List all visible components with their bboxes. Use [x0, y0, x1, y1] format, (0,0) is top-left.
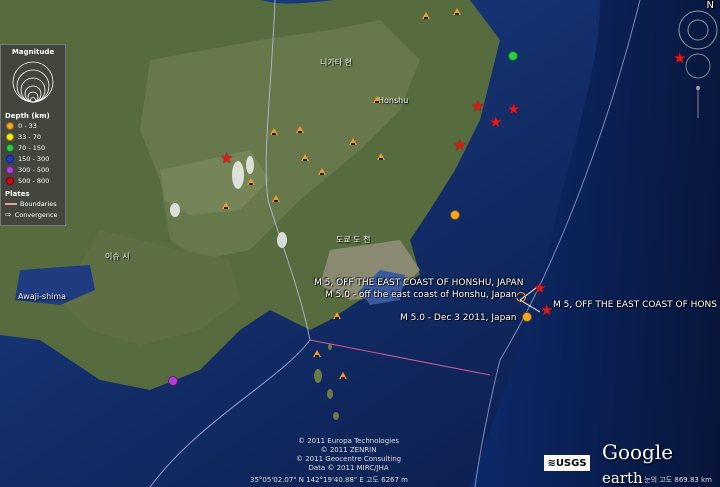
coordinates-status: 35°05'02.07" N 142°19'40.88" E 고도 6267 m	[250, 476, 408, 484]
volcano-marker[interactable]	[301, 154, 309, 161]
depth-row: 150 - 300	[1, 153, 65, 164]
eye-altitude: 눈의 고도 869.83 km	[644, 476, 712, 484]
map-view[interactable]: 니가타 현 Honshu 이슈 시 도쿄 도 천 Awaji-shima ★ ★…	[0, 0, 720, 487]
volcano-marker[interactable]	[349, 138, 357, 145]
depth-row: 70 - 150	[1, 142, 65, 153]
earthquake-marker[interactable]	[516, 292, 526, 302]
event-label[interactable]: M 5, OFF THE EAST COAST OF HONS	[553, 300, 717, 310]
place-label-niigata: 니가타 현	[320, 58, 352, 67]
depth-row: 33 - 70	[1, 131, 65, 142]
volcano-marker[interactable]	[453, 8, 461, 15]
place-label-region: 이슈 시	[105, 252, 130, 261]
earthquake-marker[interactable]	[508, 51, 518, 61]
plate-boundaries-row: Boundaries	[1, 198, 65, 209]
volcano-marker[interactable]	[339, 372, 347, 379]
place-label-honshu: Honshu	[378, 96, 409, 105]
map-credits: © 2011 Europa Technologies © 2011 ZENRIN…	[296, 437, 402, 472]
navigation-controls[interactable]: N	[676, 0, 720, 120]
volcano-marker[interactable]	[270, 128, 278, 135]
volcano-marker[interactable]	[333, 312, 341, 319]
earthquake-marker[interactable]	[450, 210, 460, 220]
volcano-marker[interactable]	[377, 153, 385, 160]
volcano-marker[interactable]	[272, 195, 280, 202]
magnitude-scale	[1, 56, 65, 108]
recent-quake-star[interactable]: ★	[540, 303, 553, 318]
north-indicator[interactable]: N	[707, 0, 714, 11]
volcano-marker[interactable]	[247, 178, 255, 185]
plate-convergence-row: ⇨ Convergence	[5, 210, 58, 219]
depth-row: 500 - 800	[1, 175, 65, 186]
legend-panel: Magnitude Depth (km) 0 - 33 33 - 70 70 -…	[0, 44, 66, 226]
magnitude-circles-icon	[12, 61, 54, 103]
volcano-marker[interactable]	[318, 168, 326, 175]
place-label-tokyo: 도쿄 도 천	[336, 235, 371, 244]
compass-icon[interactable]	[676, 0, 720, 120]
recent-quake-star[interactable]: ★	[533, 281, 546, 296]
plates-title: Plates	[5, 190, 30, 198]
usgs-logo: ≋USGS	[544, 455, 590, 471]
recent-quake-star[interactable]: ★	[453, 138, 466, 153]
volcano-marker[interactable]	[313, 350, 321, 357]
event-label[interactable]: M 5, OFF THE EAST COAST OF HONSHU, JAPAN	[314, 278, 523, 288]
depth-row: 300 - 500	[1, 164, 65, 175]
volcano-marker[interactable]	[422, 12, 430, 19]
volcano-marker[interactable]	[373, 96, 381, 103]
recent-quake-star[interactable]: ★	[507, 102, 520, 117]
volcano-marker[interactable]	[222, 202, 230, 209]
recent-quake-star[interactable]: ★	[220, 151, 233, 166]
recent-quake-star[interactable]: ★	[489, 115, 502, 130]
volcano-marker[interactable]	[296, 126, 304, 133]
place-label-awaji: Awaji-shima	[18, 292, 67, 301]
earthquake-marker[interactable]	[522, 312, 532, 322]
legend-title: Magnitude	[11, 48, 55, 56]
depth-row: 0 - 33	[1, 120, 65, 131]
recent-quake-star[interactable]: ★	[471, 99, 484, 114]
event-label[interactable]: M 5.0 - off the east coast of Honshu, Ja…	[325, 290, 517, 300]
event-label[interactable]: M 5.0 - Dec 3 2011, Japan	[400, 313, 517, 323]
depth-title: Depth (km)	[5, 112, 50, 120]
earthquake-marker[interactable]	[168, 376, 178, 386]
